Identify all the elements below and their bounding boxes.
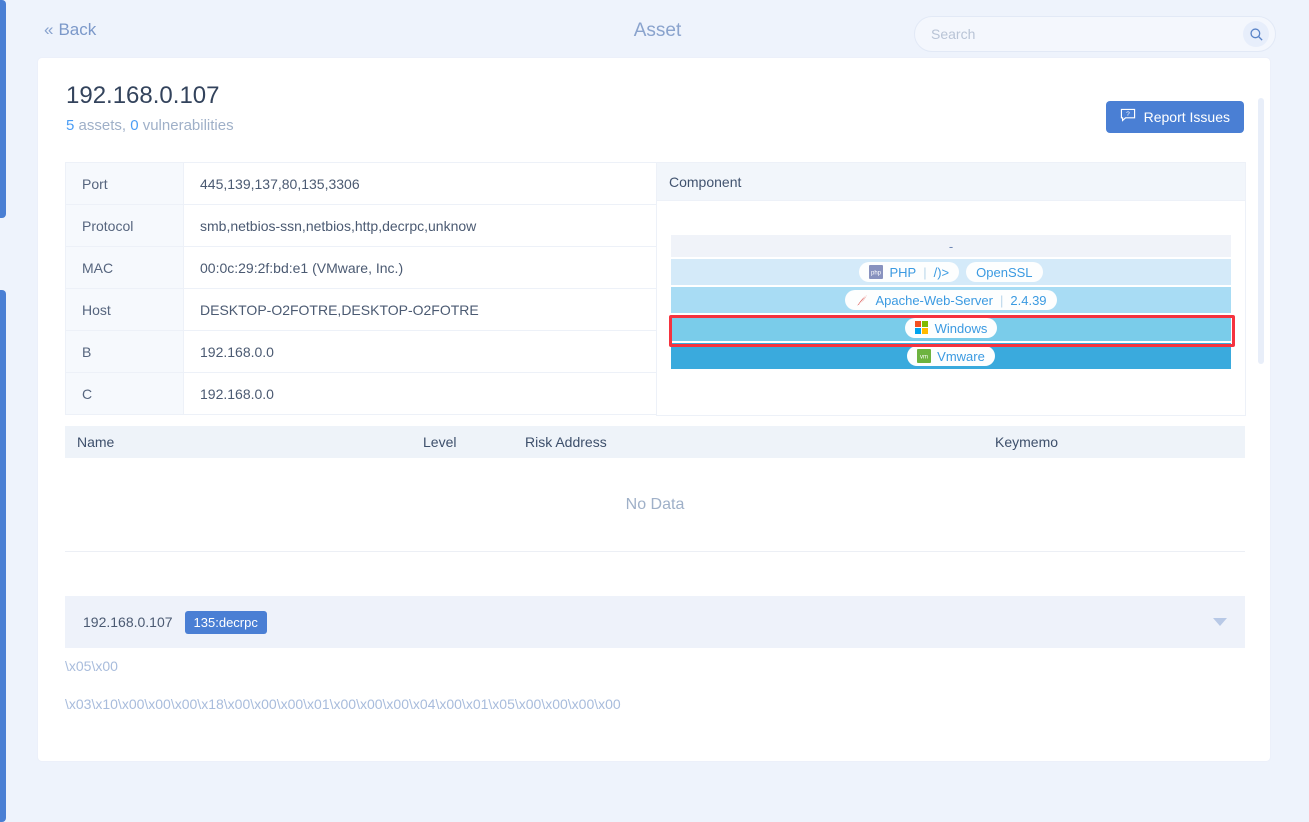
search-box[interactable] [914, 16, 1276, 52]
info-key: C [65, 372, 184, 415]
component-layer-0: - [671, 235, 1231, 257]
risk-table-header: Name Level Risk Address Keymemo [65, 426, 1245, 458]
left-edge-rail [0, 0, 6, 822]
vuln-count-label: vulnerabilities [138, 117, 234, 134]
accordion-line: \x03\x10\x00\x00\x00\x18\x00\x00\x00\x01… [65, 696, 621, 712]
asset-summary: 5 assets, 0 vulnerabilities [66, 117, 234, 134]
asset-info-table: Port 445,139,137,80,135,3306 Protocol sm… [65, 162, 657, 415]
asset-count-label: assets, [74, 117, 131, 134]
component-empty-dash: - [948, 238, 954, 254]
column-header-risk-address: Risk Address [525, 434, 607, 450]
table-row: MAC 00:0c:29:2f:bd:e1 (VMware, Inc.) [65, 246, 657, 289]
component-stack: - php PHP | /)> OpenSSL Apache-Web-Serve… [657, 201, 1245, 369]
table-row: Port 445,139,137,80,135,3306 [65, 162, 657, 205]
component-panel-title: Component [657, 163, 1245, 201]
component-pill-name: Vmware [937, 348, 985, 364]
top-header-bar: « Back Asset [6, 0, 1309, 66]
component-pill-name: PHP [889, 264, 917, 280]
risk-table-empty-state: No Data [65, 458, 1245, 552]
component-pill-windows[interactable]: Windows [904, 318, 998, 338]
component-layer-2: Apache-Web-Server | 2.4.39 [671, 287, 1231, 313]
asset-detail-card: 192.168.0.107 5 assets, 0 vulnerabilitie… [38, 58, 1270, 761]
component-pill-vmware[interactable]: vm Vmware [907, 346, 995, 366]
component-pill-openssl[interactable]: OpenSSL [966, 262, 1043, 282]
pill-separator: | [923, 264, 927, 280]
report-issues-button[interactable]: ? Report Issues [1105, 101, 1244, 133]
table-row: Protocol smb,netbios-ssn,netbios,http,de… [65, 204, 657, 247]
accordion-ip: 192.168.0.107 [83, 614, 173, 630]
component-pill-apache[interactable]: Apache-Web-Server | 2.4.39 [845, 290, 1057, 310]
info-key: B [65, 330, 184, 373]
component-layer-4: vm Vmware [671, 343, 1231, 369]
vmware-icon: vm [917, 349, 932, 363]
svg-text:php: php [871, 271, 882, 277]
info-value: DESKTOP-O2FOTRE,DESKTOP-O2FOTRE [183, 288, 657, 331]
component-pill-name: Apache-Web-Server [875, 292, 993, 308]
chevron-down-icon[interactable] [1213, 618, 1227, 626]
info-value: 192.168.0.0 [200, 385, 274, 402]
search-icon[interactable] [1243, 21, 1269, 47]
info-key: MAC [65, 246, 184, 289]
php-icon: php [869, 265, 884, 279]
vertical-scrollbar[interactable] [1258, 98, 1264, 364]
info-value: 192.168.0.0 [183, 330, 657, 373]
component-panel: Component - php PHP | /)> OpenSSL Apache… [656, 162, 1246, 416]
table-row: Host DESKTOP-O2FOTRE,DESKTOP-O2FOTRE [65, 288, 657, 331]
accordion-line: \x05\x00 [65, 658, 118, 674]
info-key: Protocol [65, 204, 184, 247]
info-value: smb,netbios-ssn,netbios,http,decrpc,unkn… [183, 204, 657, 247]
info-key: Port [65, 162, 184, 205]
component-layer-1: php PHP | /)> OpenSSL [671, 259, 1231, 285]
asset-ip-title: 192.168.0.107 [66, 82, 220, 109]
component-pill-version: /)> [933, 264, 950, 280]
column-header-name: Name [77, 434, 115, 450]
component-pill-php[interactable]: php PHP | /)> [859, 262, 960, 282]
table-row: B 192.168.0.0 [65, 330, 657, 373]
svg-text:?: ? [1126, 111, 1130, 118]
info-value: 00:0c:29:2f:bd:e1 (VMware, Inc.) [183, 246, 657, 289]
table-row: C 192.168.0.0 [65, 372, 657, 415]
component-layer-3: Windows [671, 315, 1231, 341]
component-pill-name: OpenSSL [976, 264, 1033, 280]
drawer-handle-bottom[interactable] [0, 290, 6, 822]
svg-text:vm: vm [920, 355, 928, 361]
info-value: 445,139,137,80,135,3306 [183, 162, 657, 205]
accordion-port-tag: 135:decrpc [184, 610, 267, 634]
accordion-body: \x05\x00 \x03\x10\x00\x00\x00\x18\x00\x0… [65, 658, 1245, 734]
apache-feather-icon [855, 293, 869, 307]
column-header-level: Level [423, 434, 457, 450]
accordion-header[interactable]: 192.168.0.107 135:decrpc [65, 596, 1245, 648]
report-issues-label: Report Issues [1143, 109, 1230, 125]
windows-icon [914, 321, 929, 335]
info-key: Host [65, 288, 184, 331]
vuln-count: 0 [130, 117, 139, 134]
component-pill-name: Windows [934, 320, 988, 336]
question-speech-bubble-icon: ? [1120, 108, 1136, 126]
search-input[interactable] [915, 17, 1243, 51]
column-header-keymemo: Keymemo [995, 434, 1059, 450]
component-pill-version: 2.4.39 [1010, 292, 1047, 308]
pill-separator: | [1000, 292, 1004, 308]
